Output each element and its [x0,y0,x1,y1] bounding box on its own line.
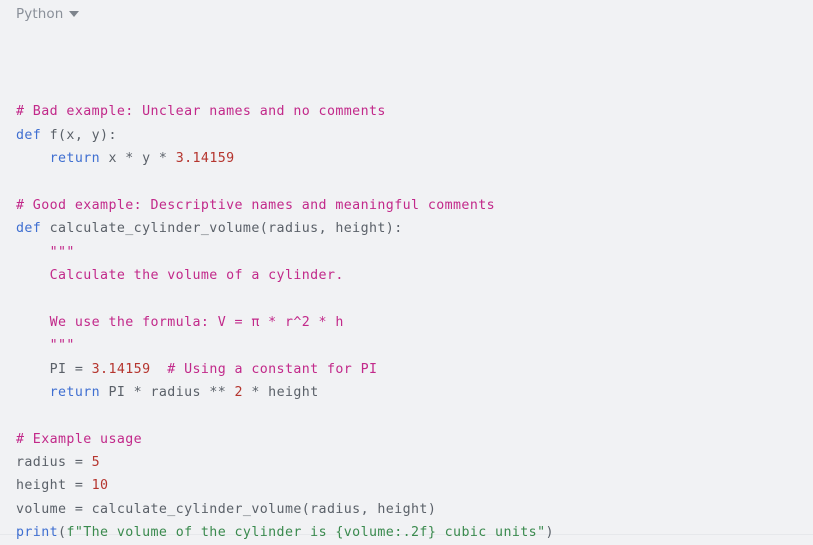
code-token: """ [16,338,75,354]
code-token: 10 [91,478,109,494]
code-token: # Using a constant for PI [167,361,378,377]
code-token: f(x, y): [41,127,117,143]
code-line: radius = 5 [16,451,813,474]
code-token: 2 [234,384,243,400]
code-token: return [49,151,101,166]
code-line: """ [16,334,813,357]
code-token: # Example usage [16,431,143,447]
code-block: Python # Bad example: Unclear names and … [0,0,813,540]
code-line: # Bad example: Unclear names and no comm… [16,100,813,123]
code-token: 3.14159 [175,151,235,166]
code-line: return PI * radius ** 2 * height [16,381,813,404]
code-token: calculate_cylinder_volume(radius, height… [41,221,403,237]
code-line: return x * y * 3.14159 [16,147,813,170]
code-token: PI * radius ** [100,384,235,400]
code-token: def [16,127,42,143]
code-line: """ [16,241,813,264]
code-token: f"The volume of the cylinder is {volume:… [66,525,546,541]
code-line: volume = calculate_cylinder_volume(radiu… [16,498,813,521]
code-line: def f(x, y): [16,124,813,147]
code-line: # Example usage [16,428,813,451]
code-token: ) [545,525,554,541]
code-token: print [16,525,59,541]
code-token: PI = [16,361,92,377]
code-token: Calculate the volume of a cylinder. [16,267,344,283]
code-line: # Good example: Descriptive names and me… [16,194,813,217]
code-token: 3.14159 [91,361,151,377]
code-token: height = [16,478,92,494]
code-block-header: Python [0,0,813,24]
code-token: """ [16,244,75,260]
code-token: x * y * [100,151,176,166]
code-token: 5 [91,455,101,471]
code-token: return [49,384,101,400]
code-line: height = 10 [16,474,813,497]
code-token: volume = calculate_cylinder_volume(radiu… [16,501,437,517]
chevron-down-icon[interactable] [69,10,80,17]
code-line: PI = 3.14159 # Using a constant for PI [16,358,813,381]
code-token: radius = [16,455,92,471]
code-line: print(f"The volume of the cylinder is {v… [16,521,813,544]
code-line: def calculate_cylinder_volume(radius, he… [16,217,813,240]
code-token: # Good example: Descriptive names and me… [16,197,496,213]
code-token: def [16,221,42,237]
code-line: Calculate the volume of a cylinder. [16,264,813,287]
code-token: # Bad example: Unclear names and no comm… [16,104,386,120]
language-label: Python [16,5,64,22]
code-line: We use the formula: V = π * r^2 * h [16,311,813,334]
code-content[interactable]: # Bad example: Unclear names and no comm… [0,24,813,545]
code-token: We use the formula: V = π * r^2 * h [16,314,344,330]
code-token: * height [242,384,319,400]
language-selector[interactable]: Python [16,5,80,22]
